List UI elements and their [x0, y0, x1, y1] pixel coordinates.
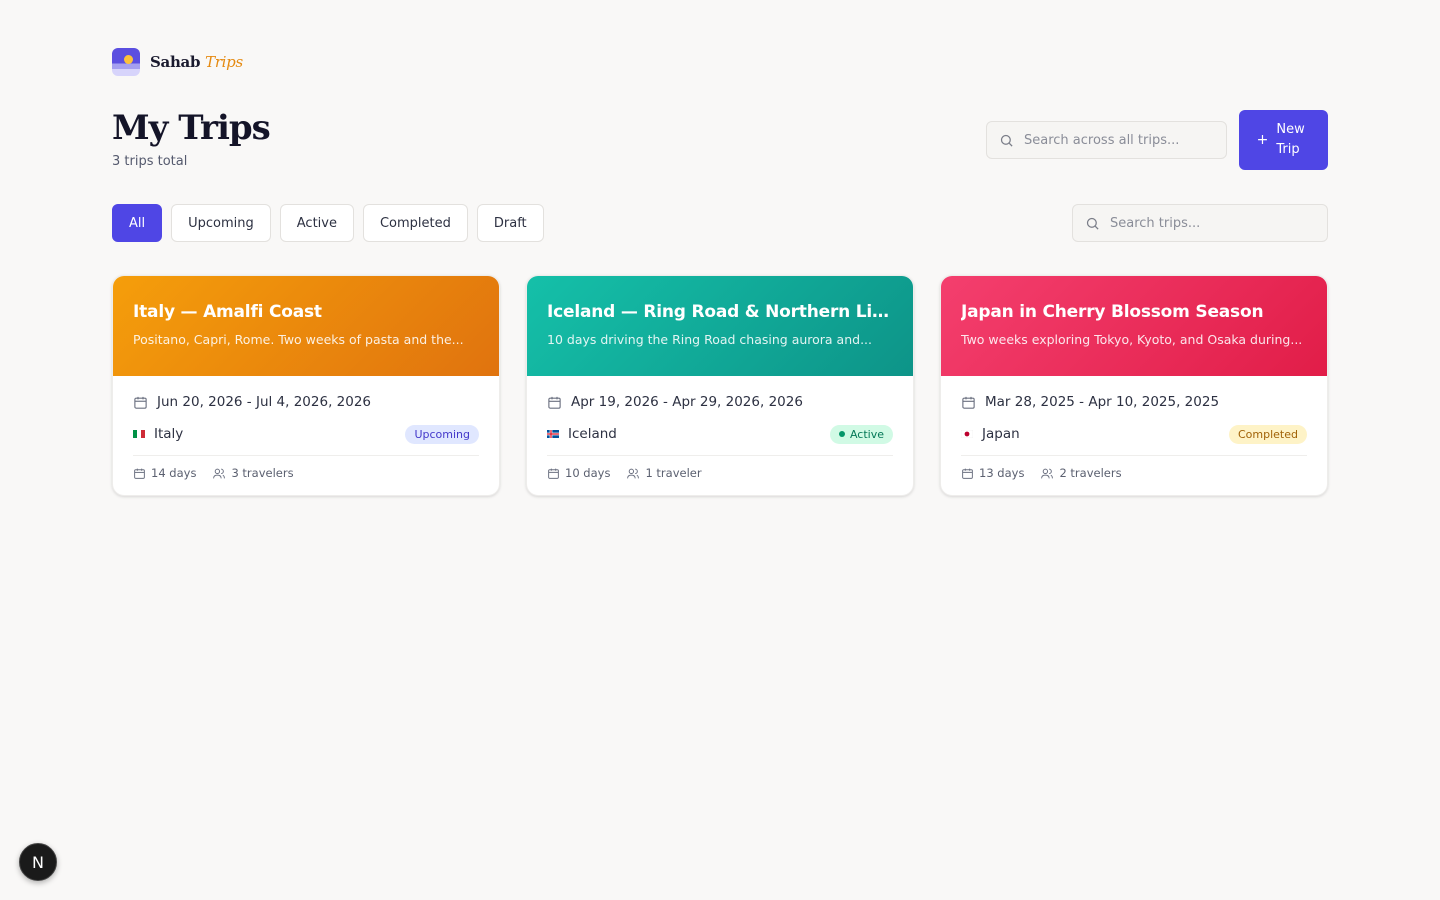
global-search[interactable] [986, 121, 1227, 159]
status-badge: Active [829, 424, 893, 444]
tab-upcoming[interactable]: Upcoming [171, 204, 271, 242]
calendar-icon [548, 396, 561, 409]
trip-description: Two weeks exploring Tokyo, Kyoto, and Os… [961, 332, 1303, 347]
trip-duration: 10 days [547, 466, 610, 480]
tab-all[interactable]: All [112, 204, 163, 242]
card-header: Japan in Cherry Blossom Season Two weeks… [941, 276, 1327, 376]
new-trip-button[interactable]: + New Trip [1239, 110, 1328, 170]
trip-dates: Mar 28, 2025 - Apr 10, 2025, 2025 [961, 392, 1307, 412]
trip-country: Italy [133, 426, 183, 442]
tab-active[interactable]: Active [279, 204, 354, 242]
trip-country: Iceland [547, 426, 617, 442]
status-badge: Upcoming [405, 424, 479, 444]
flag-japan-icon [961, 430, 973, 438]
trip-description: Positano, Capri, Rome. Two weeks of past… [133, 332, 464, 347]
flag-italy-icon [133, 430, 145, 438]
status-filter-tabs: All Upcoming Active Completed Draft [112, 204, 544, 242]
card-header: Italy — Amalfi Coast Positano, Capri, Ro… [113, 276, 499, 376]
new-trip-label: New Trip [1276, 122, 1305, 157]
calendar-icon [134, 468, 145, 479]
calendar-icon [962, 468, 973, 479]
trip-search-input[interactable] [1110, 215, 1290, 231]
tab-completed[interactable]: Completed [362, 204, 468, 242]
flag-iceland-icon [547, 430, 559, 438]
trip-travelers: 3 travelers [212, 466, 294, 480]
trip-card-japan[interactable]: Japan in Cherry Blossom Season Two weeks… [940, 275, 1328, 496]
card-header: Iceland — Ring Road & Northern Lights 10… [527, 276, 913, 376]
tab-draft[interactable]: Draft [476, 204, 544, 242]
dev-tools-button[interactable]: N [19, 843, 57, 881]
trip-title: Italy — Amalfi Coast [133, 302, 322, 322]
divider [961, 455, 1307, 456]
status-dot-icon [838, 431, 845, 437]
calendar-icon [962, 396, 975, 409]
users-icon [1041, 468, 1054, 478]
trip-search[interactable] [1072, 204, 1328, 242]
status-badge: Completed [1229, 424, 1307, 444]
trip-count: 3 trips total [112, 154, 188, 169]
users-icon [213, 468, 226, 478]
trip-country: Japan [961, 426, 1020, 442]
trip-title: Iceland — Ring Road & Northern Lights [547, 302, 893, 322]
trip-dates: Jun 20, 2026 - Jul 4, 2026, 2026 [133, 392, 479, 412]
plus-icon: + [1256, 132, 1269, 148]
calendar-icon [548, 468, 559, 479]
trip-card-italy[interactable]: Italy — Amalfi Coast Positano, Capri, Ro… [112, 275, 500, 496]
logo-icon [112, 48, 140, 76]
divider [547, 455, 893, 456]
global-search-input[interactable] [1024, 132, 1204, 148]
trip-dates: Apr 19, 2026 - Apr 29, 2026, 2026 [547, 392, 893, 412]
trip-meta: 14 days 3 travelers [133, 464, 479, 482]
brand-logo[interactable]: Sahab Trips [112, 48, 243, 76]
trip-travelers: 1 traveler [626, 466, 702, 480]
trip-meta: 13 days 2 travelers [961, 464, 1307, 482]
search-icon [1086, 217, 1099, 230]
divider [133, 455, 479, 456]
trip-card-list: Italy — Amalfi Coast Positano, Capri, Ro… [112, 275, 1328, 496]
trip-card-iceland[interactable]: Iceland — Ring Road & Northern Lights 10… [526, 275, 914, 496]
trip-travelers: 2 travelers [1040, 466, 1122, 480]
brand-name: Sahab Trips [150, 53, 243, 71]
search-icon [1000, 134, 1013, 147]
users-icon [627, 468, 640, 478]
page-title: My Trips [112, 108, 271, 148]
calendar-icon [134, 396, 147, 409]
trip-meta: 10 days 1 traveler [547, 464, 893, 482]
trip-duration: 14 days [133, 466, 196, 480]
trip-description: 10 days driving the Ring Road chasing au… [547, 332, 872, 347]
trip-duration: 13 days [961, 466, 1024, 480]
trip-title: Japan in Cherry Blossom Season [961, 302, 1264, 322]
